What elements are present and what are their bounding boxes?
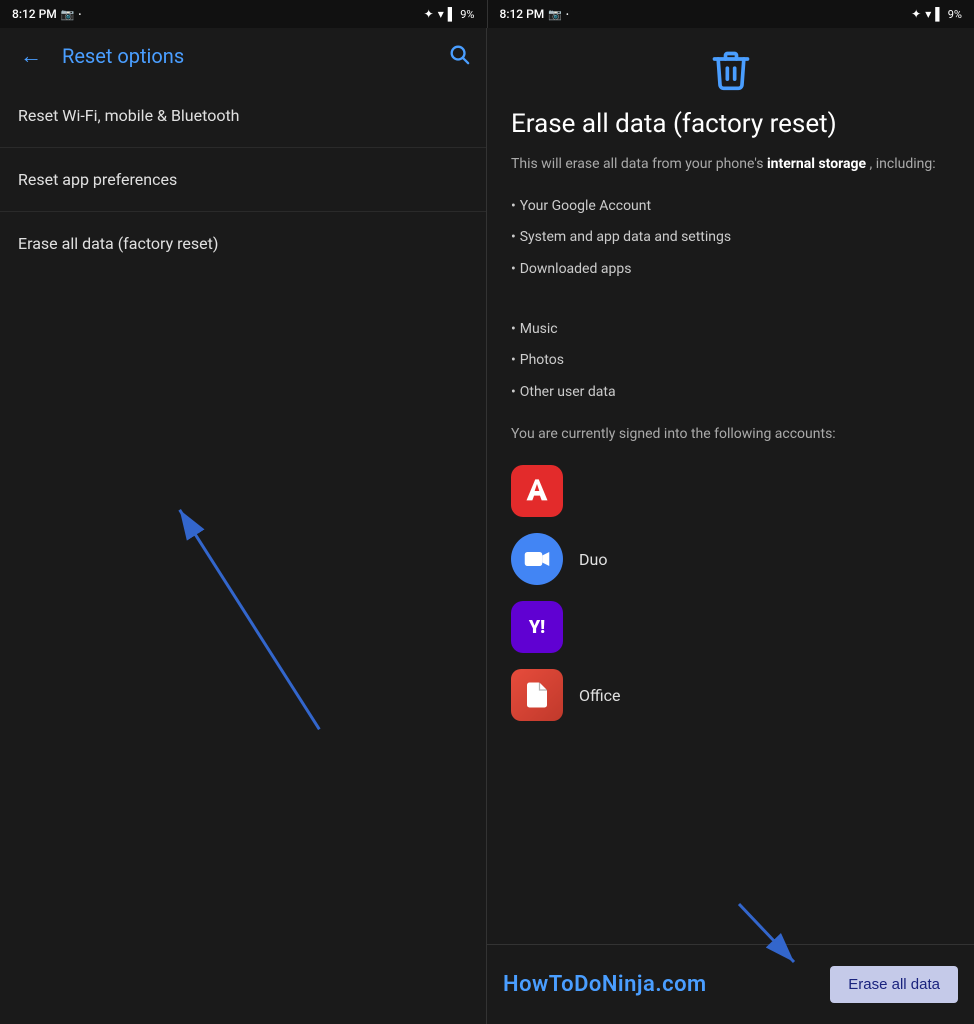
right-sim-icon: 📷: [548, 8, 562, 21]
annotation-area: [0, 275, 486, 1024]
right-status-bar: 8:12 PM 📷 • ✦ ▾ ▌ 9%: [488, 0, 974, 28]
right-bluetooth-icon: ✦: [911, 7, 921, 21]
signed-in-text: You are currently signed into the follow…: [511, 424, 950, 445]
left-sim-icon: 📷: [61, 8, 75, 21]
adobe-icon: [511, 465, 563, 517]
left-status-bar: 8:12 PM 📷 • ✦ ▾ ▌ 9%: [0, 0, 487, 28]
office-icon: [511, 669, 563, 721]
page-title: Reset options: [62, 44, 432, 68]
left-panel: ← Reset options Reset Wi-Fi, mobile & Bl…: [0, 28, 487, 1024]
bullet-item: Your Google Account: [511, 191, 950, 223]
back-button[interactable]: ←: [16, 39, 46, 73]
trash-icon-wrap: [511, 48, 950, 96]
bullet-item: Other user data: [511, 377, 950, 409]
office-label: Office: [579, 686, 621, 705]
status-bars: 8:12 PM 📷 • ✦ ▾ ▌ 9% 8:12 PM 📷 • ✦ ▾ ▌ 9…: [0, 0, 974, 28]
bullet-item: Music: [511, 314, 950, 346]
right-panel: Erase all data (factory reset) This will…: [487, 28, 974, 1024]
search-button[interactable]: [448, 43, 470, 70]
account-row-adobe: [511, 457, 950, 525]
account-row-office: Office: [511, 661, 950, 729]
left-signal-icon: ▌: [448, 7, 457, 21]
left-time: 8:12 PM: [12, 7, 57, 21]
toolbar: ← Reset options: [0, 28, 486, 84]
erase-title: Erase all data (factory reset): [511, 108, 950, 142]
trash-icon: [709, 48, 753, 92]
bullet-item: System and app data and settings: [511, 222, 950, 254]
menu-item-wifi[interactable]: Reset Wi-Fi, mobile & Bluetooth: [0, 84, 486, 148]
bullet-item: Photos: [511, 345, 950, 377]
account-row-duo: Duo: [511, 525, 950, 593]
erase-all-button[interactable]: Erase all data: [830, 966, 958, 1003]
left-wifi-icon: ▾: [438, 7, 444, 21]
right-time: 8:12 PM: [500, 7, 545, 21]
right-content: Erase all data (factory reset) This will…: [487, 28, 974, 944]
right-battery-text: 9%: [948, 8, 962, 21]
bullet-item: Downloaded apps: [511, 254, 950, 286]
duo-label: Duo: [579, 550, 607, 569]
left-battery-text: 9%: [460, 8, 474, 21]
menu-item-app-prefs[interactable]: Reset app preferences: [0, 148, 486, 212]
right-signal-icon: ▌: [935, 7, 944, 21]
bullet-list: Your Google Account System and app data …: [511, 191, 950, 286]
right-wifi-icon: ▾: [925, 7, 931, 21]
bullet-list-2: Music Photos Other user data: [511, 314, 950, 409]
erase-description: This will erase all data from your phone…: [511, 154, 950, 175]
main-content: ← Reset options Reset Wi-Fi, mobile & Bl…: [0, 28, 974, 1024]
menu-item-factory-reset[interactable]: Erase all data (factory reset): [0, 212, 486, 275]
annotation-arrow: [0, 275, 486, 1024]
bottom-bar: HowToDoNinja.com Erase all data: [487, 944, 974, 1024]
yahoo-icon: Y!: [511, 601, 563, 653]
account-row-yahoo: Y!: [511, 593, 950, 661]
duo-icon: [511, 533, 563, 585]
left-dot: •: [78, 10, 81, 19]
left-bluetooth-icon: ✦: [424, 7, 434, 21]
right-dot: •: [566, 10, 569, 19]
watermark: HowToDoNinja.com: [503, 972, 707, 997]
